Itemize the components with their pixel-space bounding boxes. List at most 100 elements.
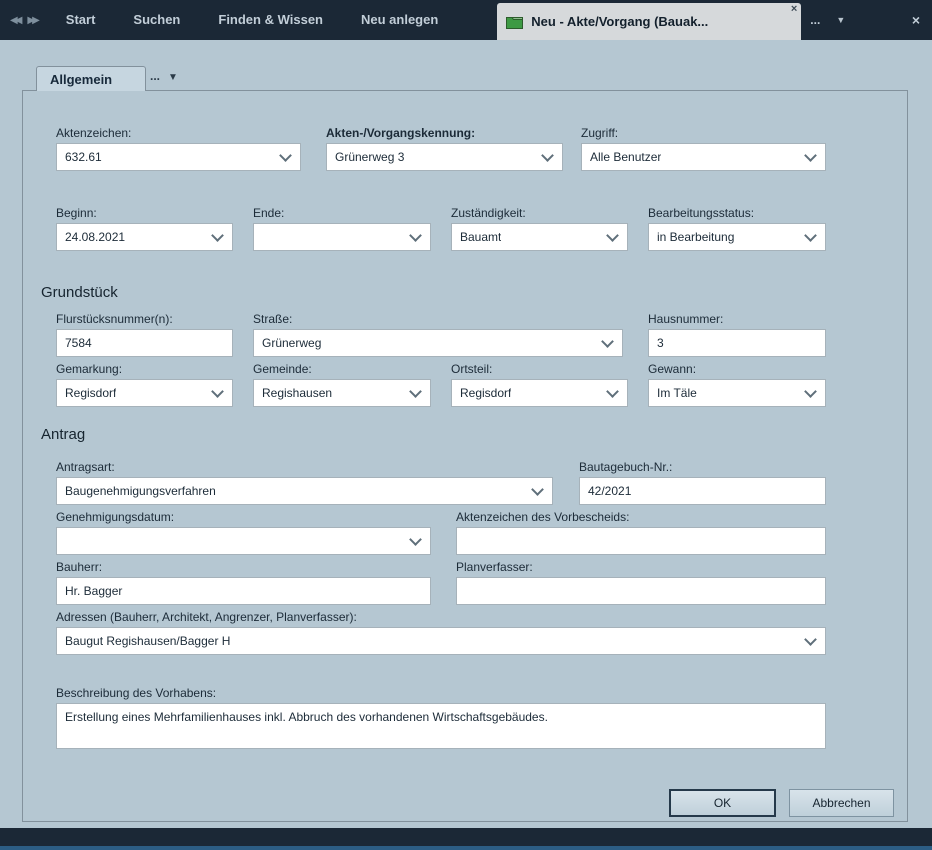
beschreibung-label: Beschreibung des Vorhabens: (56, 686, 826, 700)
adressen-combobox[interactable]: Baugut Regishausen/Bagger H (56, 627, 826, 655)
ende-combobox[interactable] (253, 223, 431, 251)
antragsart-label: Antragsart: (56, 460, 553, 474)
gemarkung-value: Regisdorf (65, 386, 116, 400)
cancel-button[interactable]: Abbrechen (789, 789, 894, 817)
bearbeitungsstatus-combobox[interactable]: in Bearbeitung (648, 223, 826, 251)
document-tab-close-icon[interactable]: × (791, 3, 797, 16)
chevron-down-icon (211, 229, 224, 242)
titlebar: ◀◀ ▶▶ Start Suchen Finden & Wissen Neu a… (0, 0, 932, 40)
zustaendigkeit-label: Zuständigkeit: (451, 206, 628, 220)
beginn-combobox[interactable]: 24.08.2021 (56, 223, 233, 251)
genehmigungsdatum-combobox[interactable] (56, 527, 431, 555)
chevron-down-icon (279, 149, 292, 162)
chevron-down-icon (541, 149, 554, 162)
field-beginn: Beginn: 24.08.2021 (56, 206, 233, 251)
aktenzeichen-label: Aktenzeichen: (56, 126, 301, 140)
ribbon-tab-neu-anlegen[interactable]: Neu anlegen (342, 0, 457, 40)
field-gemeinde: Gemeinde: Regishausen (253, 362, 431, 407)
adressen-value: Baugut Regishausen/Bagger H (65, 634, 230, 648)
vorbescheid-input[interactable] (456, 527, 826, 555)
chevron-down-icon (409, 229, 422, 242)
flurstuecksnummer-label: Flurstücksnummer(n): (56, 312, 233, 326)
field-flurstuecksnummer: Flurstücksnummer(n): (56, 312, 233, 357)
aktenzeichen-value: 632.61 (65, 150, 102, 164)
chevron-down-icon (606, 385, 619, 398)
bautagebuch-input[interactable] (579, 477, 826, 505)
zustaendigkeit-combobox[interactable]: Bauamt (451, 223, 628, 251)
adressen-label: Adressen (Bauherr, Architekt, Angrenzer,… (56, 610, 826, 624)
titlebar-dropdown-icon[interactable]: ▼ (836, 15, 845, 25)
chevron-down-icon (804, 229, 817, 242)
kennung-combobox[interactable]: Grünerweg 3 (326, 143, 563, 171)
section-antrag: Antrag (41, 426, 85, 443)
zustaendigkeit-value: Bauamt (460, 230, 501, 244)
bearbeitungsstatus-value: in Bearbeitung (657, 230, 734, 244)
chevron-down-icon (601, 335, 614, 348)
form-panel: Aktenzeichen: 632.61 Akten-/Vorgangskenn… (22, 90, 908, 822)
chevron-down-icon (531, 483, 544, 496)
ribbon-tab-suchen[interactable]: Suchen (114, 0, 199, 40)
hausnummer-label: Hausnummer: (648, 312, 826, 326)
chevron-down-icon (211, 385, 224, 398)
bauherr-label: Bauherr: (56, 560, 431, 574)
document-tab[interactable]: Neu - Akte/Vorgang (Bauak... × (497, 3, 801, 40)
kennung-label: Akten-/Vorgangskennung: (326, 126, 563, 140)
gewann-label: Gewann: (648, 362, 826, 376)
ok-button[interactable]: OK (669, 789, 776, 817)
antragsart-value: Baugenehmigungsverfahren (65, 484, 216, 498)
field-bautagebuch: Bautagebuch-Nr.: (579, 460, 826, 505)
ribbon-tab-finden-wissen[interactable]: Finden & Wissen (199, 0, 342, 40)
ribbon-tabs: Start Suchen Finden & Wissen Neu anlegen (47, 0, 458, 40)
nav-back-icon[interactable]: ◀◀ (10, 15, 19, 26)
document-tab-title: Neu - Akte/Vorgang (Bauak... (531, 14, 708, 29)
titlebar-overflow[interactable]: ... (810, 13, 820, 27)
chevron-down-icon (804, 385, 817, 398)
beschreibung-textarea[interactable]: Erstellung eines Mehrfamilienhauses inkl… (56, 703, 826, 749)
field-zustaendigkeit: Zuständigkeit: Bauamt (451, 206, 628, 251)
zugriff-combobox[interactable]: Alle Benutzer (581, 143, 826, 171)
tabstrip-dropdown-icon[interactable]: ▼ (168, 72, 178, 83)
gemeinde-value: Regishausen (262, 386, 332, 400)
strasse-combobox[interactable]: Grünerweg (253, 329, 623, 357)
gewann-combobox[interactable]: Im Täle (648, 379, 826, 407)
chevron-down-icon (606, 229, 619, 242)
genehmigungsdatum-label: Genehmigungsdatum: (56, 510, 431, 524)
ortsteil-label: Ortsteil: (451, 362, 628, 376)
planverfasser-input[interactable] (456, 577, 826, 605)
app-window: ◀◀ ▶▶ Start Suchen Finden & Wissen Neu a… (0, 0, 932, 850)
gemarkung-combobox[interactable]: Regisdorf (56, 379, 233, 407)
ende-label: Ende: (253, 206, 431, 220)
field-bauherr: Bauherr: (56, 560, 431, 605)
folder-icon (506, 15, 523, 29)
field-zugriff: Zugriff: Alle Benutzer (581, 126, 826, 171)
hausnummer-input[interactable] (648, 329, 826, 357)
chevron-down-icon (409, 533, 422, 546)
field-aktenzeichen: Aktenzeichen: 632.61 (56, 126, 301, 171)
bautagebuch-label: Bautagebuch-Nr.: (579, 460, 826, 474)
main-content: Allgemein ... ▼ Aktenzeichen: 632.61 Akt… (0, 40, 932, 828)
field-adressen: Adressen (Bauherr, Architekt, Angrenzer,… (56, 610, 826, 655)
ortsteil-value: Regisdorf (460, 386, 511, 400)
field-hausnummer: Hausnummer: (648, 312, 826, 357)
window-close-icon[interactable]: × (912, 12, 920, 28)
zugriff-label: Zugriff: (581, 126, 826, 140)
tab-allgemein[interactable]: Allgemein (36, 66, 146, 91)
gemeinde-combobox[interactable]: Regishausen (253, 379, 431, 407)
ribbon-tab-start[interactable]: Start (47, 0, 115, 40)
flurstuecksnummer-input[interactable] (56, 329, 233, 357)
nav-forward-icon[interactable]: ▶▶ (27, 15, 36, 26)
aktenzeichen-combobox[interactable]: 632.61 (56, 143, 301, 171)
field-strasse: Straße: Grünerweg (253, 312, 623, 357)
zugriff-value: Alle Benutzer (590, 150, 661, 164)
gewann-value: Im Täle (657, 386, 697, 400)
chevron-down-icon (409, 385, 422, 398)
tabstrip-overflow[interactable]: ... (150, 69, 160, 83)
antragsart-combobox[interactable]: Baugenehmigungsverfahren (56, 477, 553, 505)
field-antragsart: Antragsart: Baugenehmigungsverfahren (56, 460, 553, 505)
planverfasser-label: Planverfasser: (456, 560, 826, 574)
bauherr-input[interactable] (56, 577, 431, 605)
ortsteil-combobox[interactable]: Regisdorf (451, 379, 628, 407)
field-genehmigungsdatum: Genehmigungsdatum: (56, 510, 431, 555)
field-planverfasser: Planverfasser: (456, 560, 826, 605)
nav-arrows: ◀◀ ▶▶ (0, 15, 47, 26)
